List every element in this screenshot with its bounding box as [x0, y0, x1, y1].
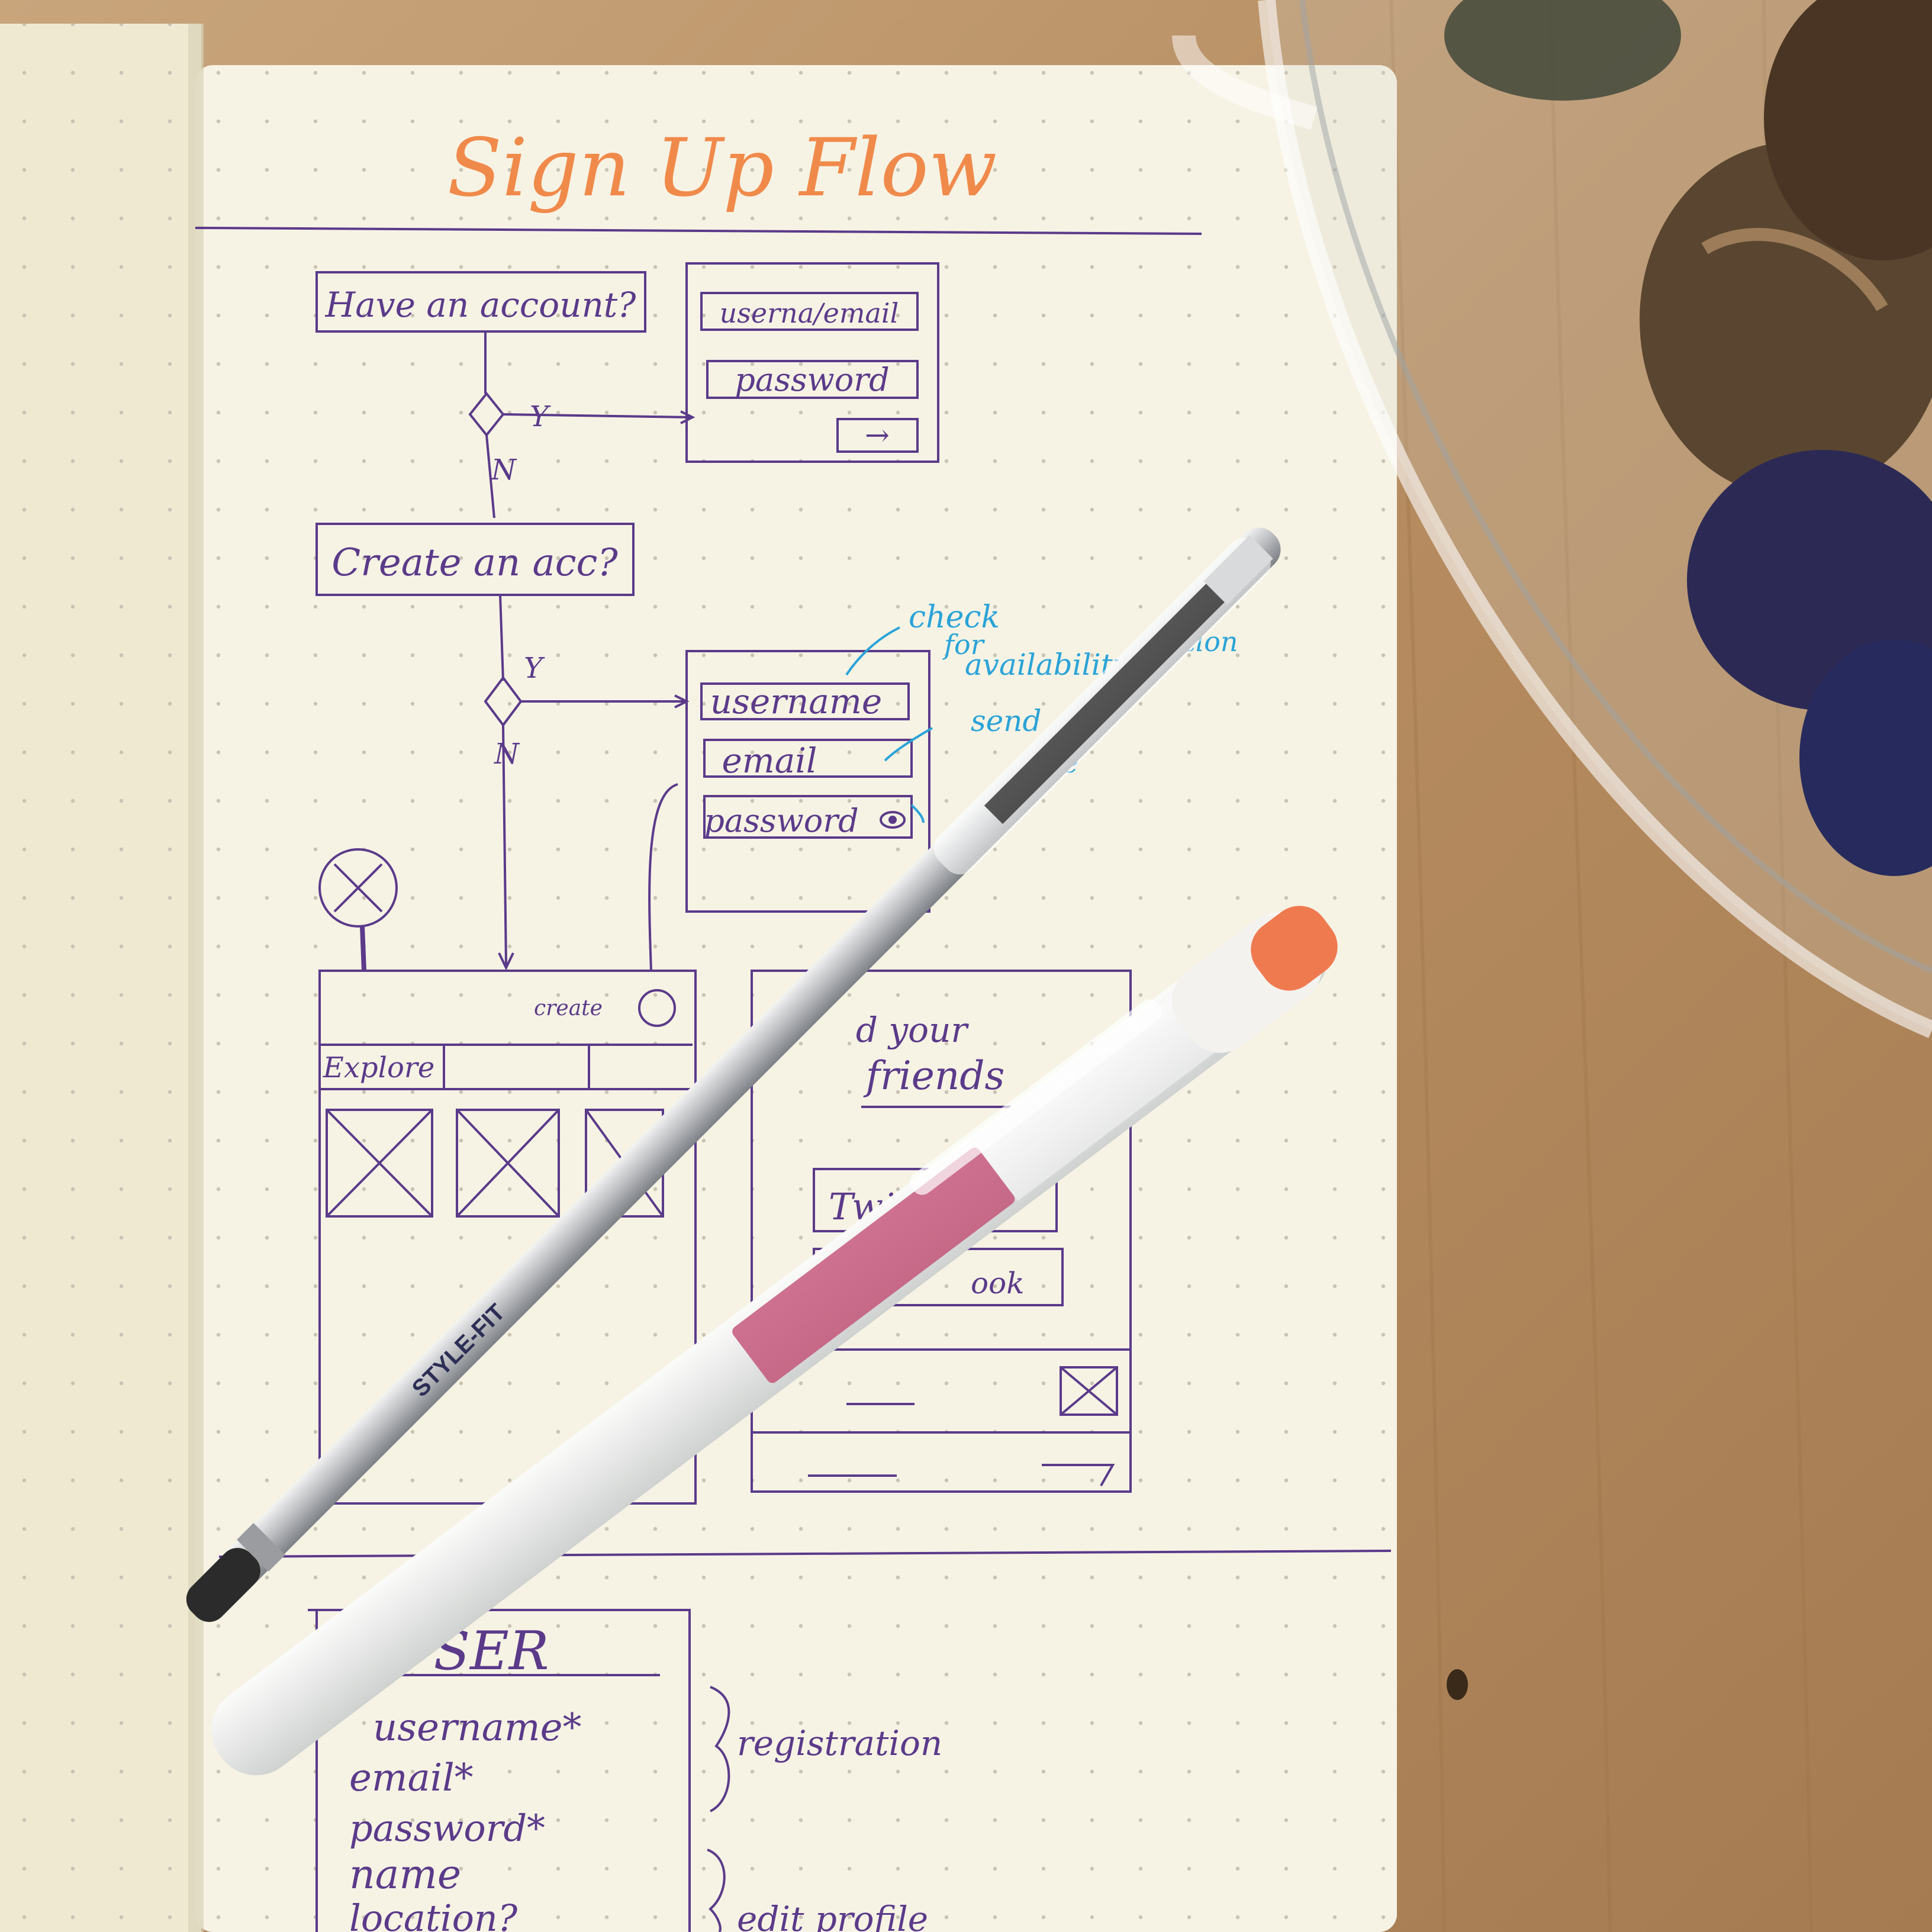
friends-line-2: friends — [863, 1053, 1005, 1099]
login-password-label: password — [735, 361, 889, 398]
no-label-1: N — [491, 453, 517, 487]
user-field-password: password* — [349, 1807, 545, 1850]
no-label-2: N — [494, 738, 520, 771]
registration-label: registration — [737, 1723, 942, 1763]
login-username-label: userna/email — [720, 297, 899, 329]
signup-username-label: username — [710, 681, 882, 722]
yes-label-2: Y — [524, 652, 545, 685]
friends-line-1: d your — [856, 1010, 970, 1050]
facebook-label: ook — [971, 1266, 1025, 1300]
note-send: send — [971, 704, 1041, 738]
user-field-email: email* — [349, 1756, 474, 1800]
explore-tab-label: Explore — [323, 1051, 434, 1084]
create-label: create — [534, 996, 603, 1020]
signup-email-label: email — [722, 740, 817, 781]
photo-scene: Sign Up Flow Have an account? Y N userna… — [0, 0, 1932, 1932]
create-account-label: Create an acc? — [331, 541, 618, 585]
wood-knot — [1447, 1669, 1468, 1700]
login-submit-arrow: → — [865, 418, 890, 452]
signup-password-label: password — [704, 802, 858, 839]
yes-label-1: Y — [530, 400, 551, 433]
have-account-label: Have an account? — [325, 285, 637, 325]
user-field-name: name — [349, 1852, 461, 1898]
user-field-username: username* — [373, 1706, 581, 1750]
user-field-location: location? — [349, 1896, 518, 1932]
sketch-title: Sign Up Flow — [447, 121, 997, 214]
profile-label: edit profile — [737, 1899, 928, 1932]
